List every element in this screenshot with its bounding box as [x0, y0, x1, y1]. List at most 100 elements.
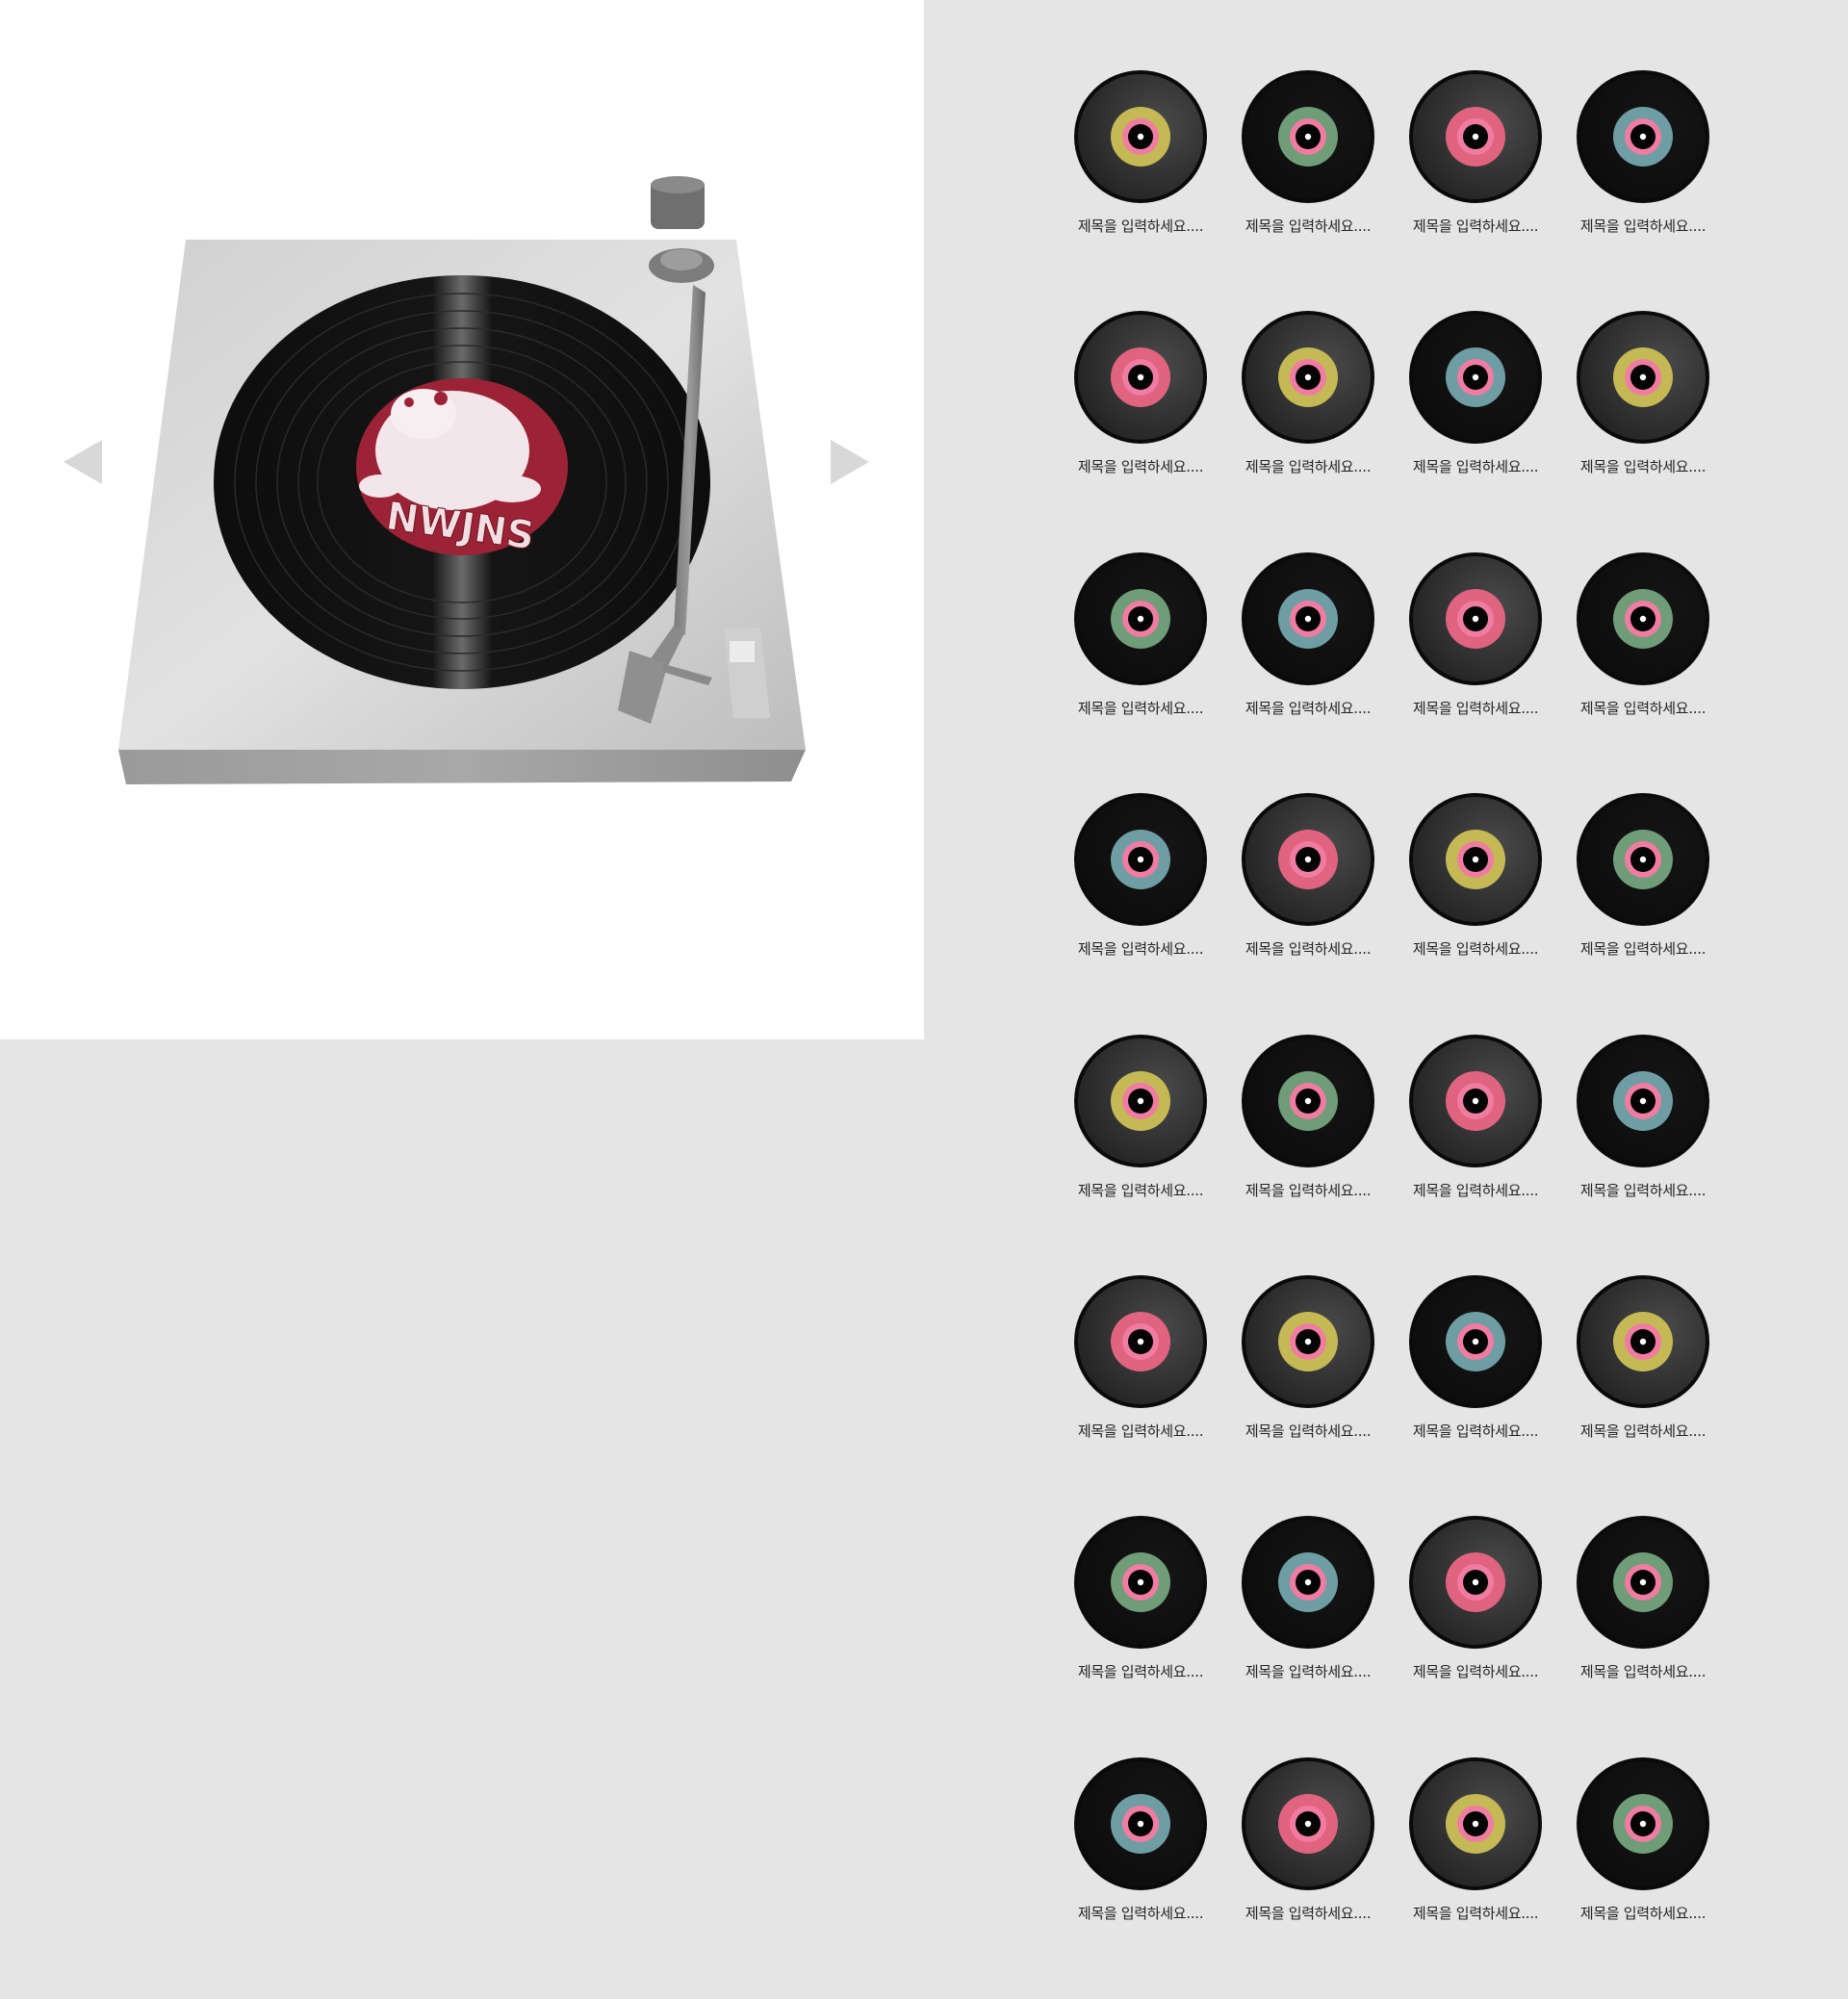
vinyl-record-icon	[1074, 70, 1207, 203]
record-title: 제목을 입력하세요....	[1579, 1904, 1707, 1922]
record-title: 제목을 입력하세요....	[1077, 940, 1204, 959]
next-record-button[interactable]	[829, 438, 871, 486]
record-item[interactable]: 제목을 입력하세요....	[1559, 1034, 1727, 1274]
record-title: 제목을 입력하세요....	[1077, 1904, 1204, 1922]
record-item[interactable]: 제목을 입력하세요....	[1559, 310, 1727, 551]
record-title: 제목을 입력하세요....	[1412, 699, 1539, 717]
record-title: 제목을 입력하세요....	[1245, 218, 1372, 235]
vinyl-record-icon	[1242, 793, 1374, 927]
vinyl-record-icon	[1409, 1034, 1542, 1167]
vinyl-record-icon	[1409, 1756, 1542, 1890]
vinyl-record-icon	[1577, 793, 1709, 927]
vinyl-record-icon	[1577, 70, 1709, 203]
vinyl-record-icon	[1577, 1274, 1709, 1408]
record-item[interactable]: 제목을 입력하세요....	[1559, 1274, 1727, 1515]
record-list: 제목을 입력하세요.... 제목을 입력하세요.... 제목을 입력하세요.... 제…	[1057, 69, 1727, 1997]
record-title: 제목을 입력하세요....	[1245, 1422, 1372, 1440]
record-item[interactable]: 제목을 입력하세요....	[1392, 1756, 1559, 1997]
record-title: 제목을 입력하세요....	[1579, 218, 1707, 235]
record-item[interactable]: 제목을 입력하세요....	[1224, 1756, 1392, 1997]
record-item[interactable]: 제목을 입력하세요....	[1224, 792, 1392, 1033]
record-item[interactable]: 제목을 입력하세요....	[1392, 310, 1559, 551]
turntable-3d-scene: NWJNS	[118, 176, 806, 784]
record-title: 제목을 입력하세요....	[1077, 218, 1204, 235]
record-item[interactable]: 제목을 입력하세요....	[1559, 551, 1727, 792]
record-title: 제목을 입력하세요....	[1412, 1422, 1539, 1440]
record-title: 제목을 입력하세요....	[1245, 1663, 1372, 1681]
record-item[interactable]: 제목을 입력하세요....	[1057, 1274, 1224, 1515]
vinyl-record-icon	[1409, 551, 1542, 685]
record-item[interactable]: 제목을 입력하세요....	[1057, 1515, 1224, 1756]
vinyl-record-icon	[1242, 70, 1374, 203]
vinyl-record-icon	[1409, 793, 1542, 927]
record-title: 제목을 입력하세요....	[1579, 699, 1707, 717]
record-item[interactable]: 제목을 입력하세요....	[1559, 1515, 1727, 1756]
vinyl-record-icon	[1242, 551, 1374, 685]
record-item[interactable]: 제목을 입력하세요....	[1392, 1274, 1559, 1515]
record-item[interactable]: 제목을 입력하세요....	[1392, 792, 1559, 1033]
record-item[interactable]: 제목을 입력하세요....	[1057, 551, 1224, 792]
vinyl-record-icon	[1074, 1274, 1207, 1408]
record-item[interactable]: 제목을 입력하세요....	[1224, 1515, 1392, 1756]
record-title: 제목을 입력하세요....	[1245, 699, 1372, 717]
record-title: 제목을 입력하세요....	[1077, 1422, 1204, 1440]
prev-record-button[interactable]	[62, 438, 104, 486]
record-item[interactable]: 제목을 입력하세요....	[1392, 1515, 1559, 1756]
record-title: 제목을 입력하세요....	[1412, 940, 1539, 959]
record-title: 제목을 입력하세요....	[1412, 1904, 1539, 1922]
vinyl-record-icon	[1074, 311, 1207, 445]
record-item[interactable]: 제목을 입력하세요....	[1057, 69, 1224, 310]
vinyl-record-icon	[1577, 551, 1709, 685]
vinyl-record-icon	[1074, 551, 1207, 685]
record-item[interactable]: 제목을 입력하세요....	[1057, 1034, 1224, 1274]
vinyl-record-icon	[1577, 1756, 1709, 1890]
turntable-viewer: NWJNS	[0, 0, 924, 1039]
triangle-right-icon	[831, 440, 869, 484]
record-title: 제목을 입력하세요....	[1245, 940, 1372, 959]
record-item[interactable]: 제목을 입력하세요....	[1392, 551, 1559, 792]
vinyl-record-icon	[1409, 1516, 1542, 1650]
record-item[interactable]: 제목을 입력하세요....	[1057, 792, 1224, 1033]
record-title: 제목을 입력하세요....	[1077, 1663, 1204, 1681]
record-item[interactable]: 제목을 입력하세요....	[1559, 1756, 1727, 1997]
record-title: 제목을 입력하세요....	[1245, 1904, 1372, 1922]
vinyl-record-icon	[1577, 311, 1709, 445]
vinyl-record-icon	[1242, 1274, 1374, 1408]
record-title: 제목을 입력하세요....	[1077, 1181, 1204, 1199]
record-title: 제목을 입력하세요....	[1579, 1181, 1707, 1199]
record-item[interactable]: 제목을 입력하세요....	[1392, 69, 1559, 310]
record-item[interactable]: 제목을 입력하세요....	[1224, 551, 1392, 792]
record-item[interactable]: 제목을 입력하세요....	[1057, 1756, 1224, 1997]
vinyl-record-icon	[1074, 1034, 1207, 1167]
record-item[interactable]: 제목을 입력하세요....	[1559, 792, 1727, 1033]
record-item[interactable]: 제목을 입력하세요....	[1057, 310, 1224, 551]
record-title: 제목을 입력하세요....	[1077, 699, 1204, 717]
record-title: 제목을 입력하세요....	[1412, 1181, 1539, 1199]
vinyl-record-icon	[1409, 311, 1542, 445]
record-title: 제목을 입력하세요....	[1245, 458, 1372, 476]
record-item[interactable]: 제목을 입력하세요....	[1224, 69, 1392, 310]
record-item[interactable]: 제목을 입력하세요....	[1224, 1274, 1392, 1515]
record-item[interactable]: 제목을 입력하세요....	[1224, 310, 1392, 551]
vinyl-record-icon	[1242, 1034, 1374, 1167]
record-item[interactable]: 제목을 입력하세요....	[1392, 1034, 1559, 1274]
record-title: 제목을 입력하세요....	[1412, 458, 1539, 476]
vinyl-record-icon	[1242, 1516, 1374, 1650]
vinyl-record-icon	[1074, 1516, 1207, 1650]
record-item[interactable]: 제목을 입력하세요....	[1559, 69, 1727, 310]
record-title: 제목을 입력하세요....	[1412, 1663, 1539, 1681]
record-item[interactable]: 제목을 입력하세요....	[1224, 1034, 1392, 1274]
vinyl-record-icon	[1577, 1034, 1709, 1167]
vinyl-record-icon	[1409, 70, 1542, 203]
triangle-left-icon	[64, 440, 102, 484]
vinyl-record-icon	[1074, 793, 1207, 927]
vinyl-record-icon	[1242, 1756, 1374, 1890]
record-title: 제목을 입력하세요....	[1077, 458, 1204, 476]
record-title: 제목을 입력하세요....	[1412, 218, 1539, 235]
record-title: 제목을 입력하세요....	[1245, 1181, 1372, 1199]
vinyl-record-icon	[1409, 1274, 1542, 1408]
record-title: 제목을 입력하세요....	[1579, 940, 1707, 959]
vinyl-record-icon	[1577, 1516, 1709, 1650]
vinyl-record-icon	[1242, 311, 1374, 445]
vinyl-record-icon	[1074, 1756, 1207, 1890]
